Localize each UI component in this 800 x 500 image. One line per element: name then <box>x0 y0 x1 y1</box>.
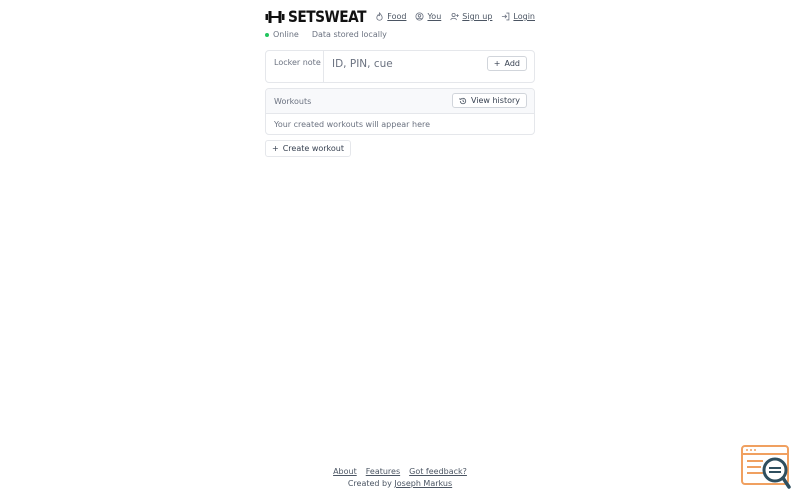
top-nav: Food You Sign up Login <box>375 12 535 21</box>
dumbbell-icon <box>265 11 285 23</box>
plus-icon: + <box>272 144 279 153</box>
workouts-header: Workouts View history <box>266 89 534 114</box>
user-plus-icon <box>450 12 460 21</box>
view-history-button[interactable]: View history <box>451 93 527 108</box>
footer-link-about[interactable]: About <box>333 467 357 476</box>
author-link[interactable]: Joseph Markus <box>394 479 452 488</box>
user-circle-icon <box>415 12 424 21</box>
online-indicator <box>265 32 269 37</box>
add-button-label: Add <box>504 59 521 68</box>
locker-note-label: Locker note <box>266 51 324 82</box>
nav-login[interactable]: Login <box>501 12 535 21</box>
header: SETSWEAT Food You Sign up Login Online D… <box>265 0 535 39</box>
app-name: SETSWEAT <box>288 7 367 26</box>
history-icon <box>459 97 467 104</box>
footer-link-feedback[interactable]: Got feedback? <box>409 467 467 476</box>
nav-you-label: You <box>427 12 442 21</box>
locker-note-card: Locker note + Add <box>265 50 535 83</box>
credit-prefix: Created by <box>347 479 392 488</box>
footer: About Features Got feedback? Created by … <box>0 467 800 488</box>
main-container: SETSWEAT Food You Sign up Login Online D… <box>265 0 535 157</box>
workouts-card: Workouts View history Your created worko… <box>265 88 535 135</box>
view-history-label: View history <box>470 96 520 105</box>
flame-icon <box>376 12 383 21</box>
storage-status: Data stored locally <box>311 30 387 39</box>
online-status: Online <box>273 30 299 39</box>
logo[interactable]: SETSWEAT <box>265 8 379 26</box>
nav-you[interactable]: You <box>415 12 441 21</box>
footer-link-features[interactable]: Features <box>366 467 400 476</box>
nav-food[interactable]: Food <box>375 12 406 21</box>
add-button[interactable]: + Add <box>486 56 527 71</box>
nav-signup-label: Sign up <box>462 12 493 21</box>
page: SETSWEAT Food You Sign up Login Online D… <box>0 0 800 500</box>
nav-signup[interactable]: Sign up <box>450 12 492 21</box>
create-workout-label: Create workout <box>282 144 345 153</box>
login-icon <box>502 12 510 21</box>
plus-icon: + <box>493 59 501 68</box>
nav-food-label: Food <box>387 12 407 21</box>
workouts-title: Workouts <box>274 97 312 106</box>
workouts-empty-state: Your created workouts will appear here <box>274 120 431 129</box>
nav-login-label: Login <box>513 12 535 21</box>
search-page-icon[interactable] <box>741 445 791 489</box>
footer-links: About Features Got feedback? <box>0 467 800 476</box>
footer-credit: Created by Joseph Markus <box>0 479 800 488</box>
create-workout-button[interactable]: + Create workout <box>265 140 352 157</box>
status-bar: Online Data stored locally <box>265 30 387 39</box>
